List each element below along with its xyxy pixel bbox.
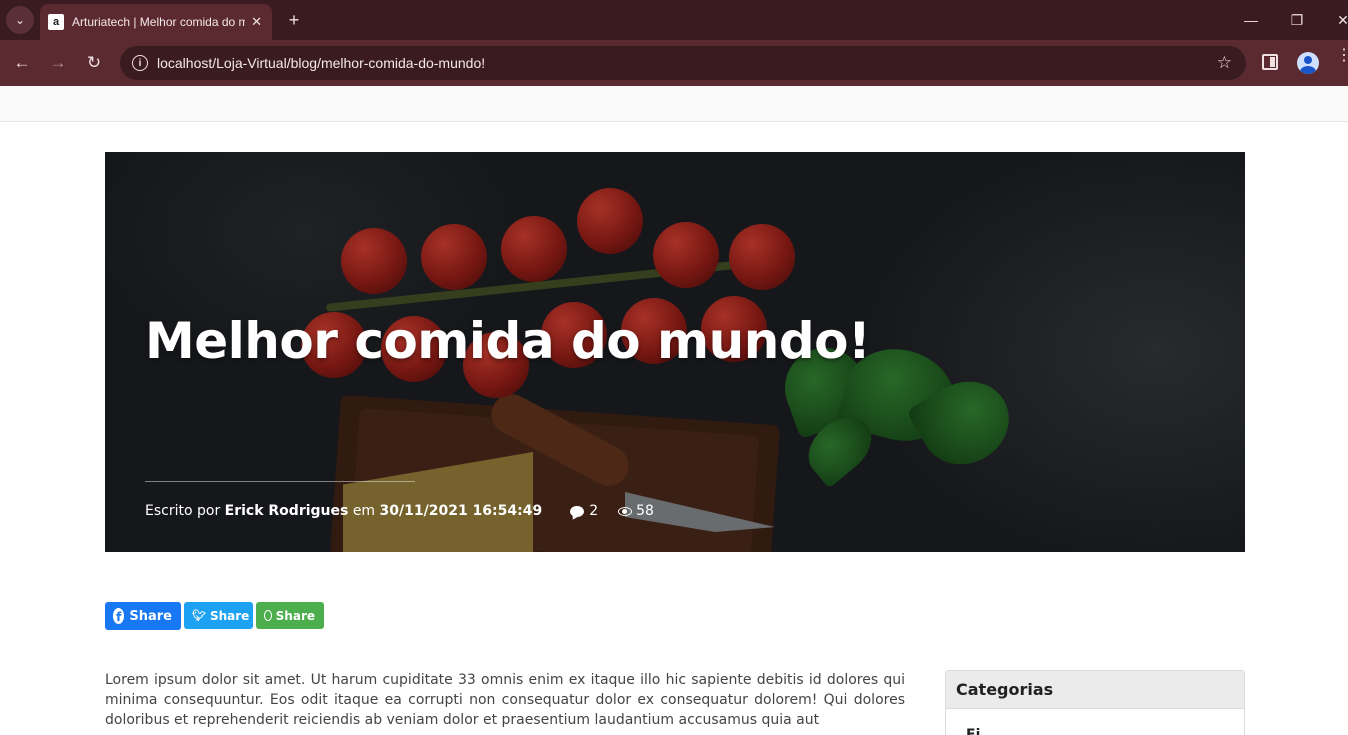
category-item[interactable]: Fi <box>946 709 1244 735</box>
site-navbar <box>0 86 1348 122</box>
window-close-button[interactable]: ✕ <box>1320 0 1348 40</box>
comment-count-value: 2 <box>589 503 599 519</box>
twitter-icon: 🐦︎ <box>192 609 206 622</box>
article-body: Lorem ipsum dolor sit amet. Ut harum cup… <box>105 672 905 728</box>
tab-title: Arturiatech | Melhor comida do mundo! <box>72 15 246 29</box>
post-date: 30/11/2021 16:54:49 <box>379 503 543 519</box>
reload-button[interactable]: ↻ <box>80 49 108 77</box>
restore-button[interactable]: ❐ <box>1274 0 1320 40</box>
minimize-button[interactable]: — <box>1228 0 1274 40</box>
back-button[interactable]: ← <box>8 49 36 77</box>
browser-toolbar: ← → ↻ i localhost/Loja-Virtual/blog/melh… <box>0 40 1348 86</box>
profile-avatar-icon[interactable] <box>1297 52 1319 74</box>
hero-divider <box>145 481 415 482</box>
facebook-share-label: Share <box>129 608 172 624</box>
post-author[interactable]: Erick Rodrigues <box>225 503 349 519</box>
view-count: 58 <box>618 503 654 519</box>
whatsapp-icon <box>264 610 272 621</box>
address-bar[interactable]: i localhost/Loja-Virtual/blog/melhor-com… <box>120 46 1246 80</box>
twitter-share-button[interactable]: 🐦︎ Share <box>184 602 253 629</box>
post-hero-banner: Melhor comida do mundo! Escrito por Eric… <box>105 152 1245 552</box>
favicon-icon: a <box>48 14 64 30</box>
categories-card: Categorias Fi <box>945 670 1245 735</box>
date-connector: em <box>352 503 376 519</box>
browser-menu-icon[interactable]: ⋮ <box>1336 48 1348 73</box>
view-count-value: 58 <box>636 503 654 519</box>
facebook-share-button[interactable]: f Share <box>105 602 181 630</box>
post-meta: Escrito por Erick Rodrigues em 30/11/202… <box>145 503 654 519</box>
twitter-share-label: Share <box>209 608 250 623</box>
side-panel-icon[interactable] <box>1262 54 1278 70</box>
new-tab-button[interactable]: + <box>282 8 306 32</box>
eye-icon <box>618 506 633 516</box>
url-text[interactable]: localhost/Loja-Virtual/blog/melhor-comid… <box>157 55 1217 71</box>
bookmark-star-icon[interactable]: ☆ <box>1217 53 1232 73</box>
whatsapp-share-button[interactable]: Share <box>256 602 324 629</box>
tab-close-icon[interactable]: ✕ <box>251 14 262 30</box>
comment-count[interactable]: 2 <box>570 503 598 519</box>
categories-title: Categorias <box>946 671 1244 709</box>
share-buttons: f Share 🐦︎ Share Share <box>105 602 324 630</box>
post-title: Melhor comida do mundo! <box>145 312 871 370</box>
whatsapp-share-label: Share <box>275 608 315 623</box>
site-info-icon[interactable]: i <box>132 55 148 71</box>
tab-search-button[interactable]: ⌄ <box>6 6 34 34</box>
browser-tab-bar: ⌄ a Arturiatech | Melhor comida do mundo… <box>0 0 1348 40</box>
facebook-icon: f <box>113 608 125 624</box>
written-by-label: Escrito por <box>145 503 221 519</box>
browser-tab[interactable]: a Arturiatech | Melhor comida do mundo! … <box>40 4 272 40</box>
forward-button[interactable]: → <box>44 49 72 77</box>
comment-icon <box>570 505 585 517</box>
